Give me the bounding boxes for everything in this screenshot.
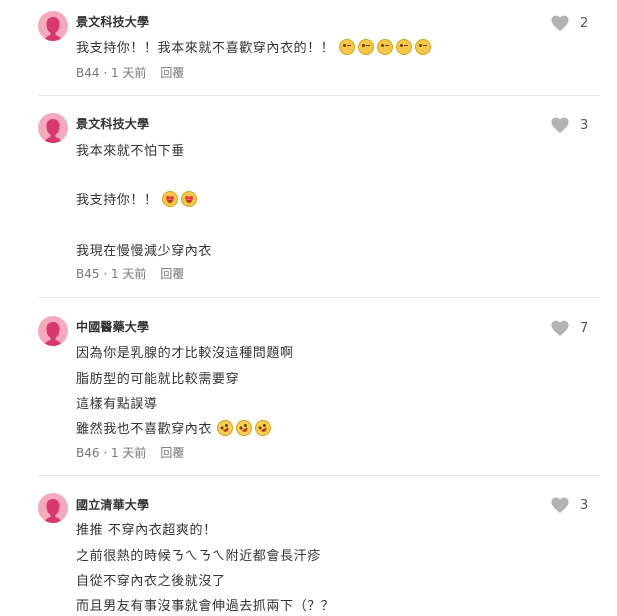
heart-icon[interactable] — [550, 496, 570, 514]
kissing-face-icon — [358, 39, 375, 55]
comment-text-line: 我本來就不怕下垂 — [76, 144, 185, 159]
school-name[interactable]: 國立清華大學 — [76, 496, 149, 513]
rolling-laughing-face-icon — [213, 417, 236, 439]
like-button[interactable]: 2 — [550, 14, 588, 32]
divider — [38, 475, 600, 476]
female-avatar-icon — [44, 322, 62, 346]
heart-icon[interactable] — [550, 14, 570, 32]
rolling-laughing-face-icon — [232, 417, 255, 439]
like-button[interactable]: 7 — [550, 319, 588, 337]
heart-icon[interactable] — [550, 319, 570, 337]
female-avatar-icon — [44, 17, 62, 41]
school-name[interactable]: 景文科技大學 — [76, 13, 149, 30]
like-count: 3 — [580, 497, 589, 513]
avatar — [38, 493, 68, 523]
female-avatar-icon — [44, 119, 62, 143]
divider — [38, 95, 600, 96]
comment-text-line: 這樣有點誤導 — [76, 397, 158, 412]
floor-and-time: B46 · 1 天前 — [76, 446, 147, 460]
comment-meta: B45 · 1 天前 回覆 — [76, 265, 184, 282]
comment-text: 我支持你！！ — [76, 189, 200, 208]
avatar — [38, 113, 68, 143]
avatar — [38, 316, 68, 346]
like-count: 3 — [580, 117, 589, 133]
like-count: 7 — [580, 320, 589, 336]
female-avatar-icon — [44, 499, 62, 523]
school-name[interactable]: 景文科技大學 — [76, 115, 149, 132]
reply-button[interactable]: 回覆 — [160, 446, 184, 460]
like-count: 2 — [580, 15, 589, 31]
like-button[interactable]: 3 — [550, 116, 588, 134]
comment-text-line: 之前很熱的時候ㄋㄟㄋㄟ附近都會長汗疹 — [76, 549, 321, 564]
comment-text-line: 我支持你！！我本來就不喜歡穿內衣的！！ — [76, 41, 335, 56]
comment-text-line: 脂肪型的可能就比較需要穿 — [76, 372, 240, 387]
floor-and-time: B44 · 1 天前 — [76, 66, 147, 80]
comment-text: 我支持你！！我本來就不喜歡穿內衣的！！ — [76, 37, 434, 56]
kissing-face-icon — [339, 39, 356, 55]
comment-text-line: 我現在慢慢減少穿內衣 — [76, 244, 213, 259]
comment-meta: B44 · 1 天前 回覆 — [76, 64, 184, 81]
comment-text-line: 雖然我也不喜歡穿內衣 — [76, 422, 213, 437]
avatar — [38, 11, 68, 41]
comment-meta: B46 · 1 天前 回覆 — [76, 444, 184, 461]
kissing-face-icon — [415, 39, 432, 55]
heart-icon[interactable] — [550, 116, 570, 134]
comment-text-line: 推推 不穿內衣超爽的！ — [76, 523, 217, 538]
kissing-face-icon — [396, 39, 413, 55]
like-button[interactable]: 3 — [550, 496, 588, 514]
heart-eyes-face-icon — [162, 191, 179, 207]
comment-text-line: 因為你是乳腺的才比較沒這種問題啊 — [76, 346, 294, 361]
comment-text: 雖然我也不喜歡穿內衣 — [76, 417, 274, 439]
rolling-laughing-face-icon — [251, 417, 274, 439]
heart-eyes-face-icon — [181, 191, 198, 207]
floor-and-time: B45 · 1 天前 — [76, 267, 147, 281]
kissing-face-icon — [377, 39, 394, 55]
divider — [38, 297, 600, 298]
reply-button[interactable]: 回覆 — [160, 267, 184, 281]
comment-text-line: 自從不穿內衣之後就沒了 — [76, 574, 226, 589]
comment-text-line: 我支持你！！ — [76, 193, 158, 208]
reply-button[interactable]: 回覆 — [160, 66, 184, 80]
comment-text-line: 而且男友有事沒事就會伸過去抓兩下（？？ — [76, 599, 335, 614]
school-name[interactable]: 中國醫藥大學 — [76, 318, 149, 335]
